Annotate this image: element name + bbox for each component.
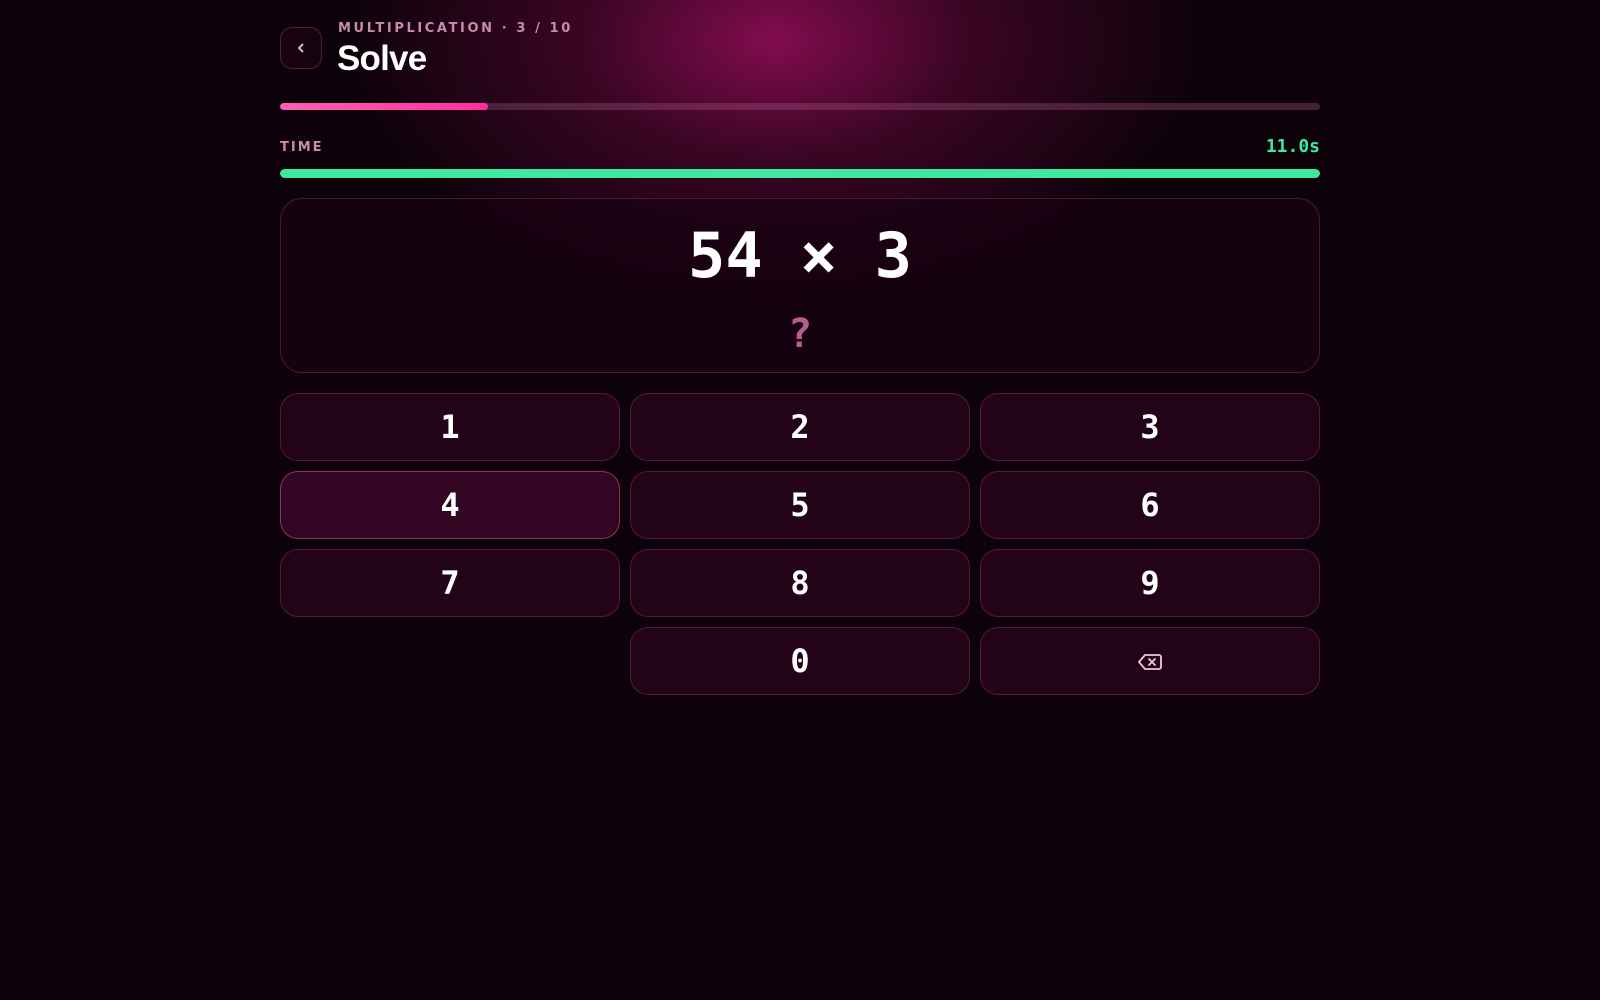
answer-display: ? — [787, 311, 813, 357]
key-3[interactable]: 3 — [980, 393, 1320, 461]
key-9[interactable]: 9 — [980, 549, 1320, 617]
keypad-spacer — [280, 627, 620, 695]
time-label: TIME — [280, 140, 324, 155]
chevron-left-icon — [295, 42, 307, 54]
timer-bar — [280, 169, 1320, 178]
key-2[interactable]: 2 — [630, 393, 970, 461]
backspace-icon — [1137, 642, 1163, 680]
question-progress-fill — [280, 103, 488, 110]
key-8[interactable]: 8 — [630, 549, 970, 617]
key-1[interactable]: 1 — [280, 393, 620, 461]
header: MULTIPLICATION · 3 / 10 Solve — [280, 21, 1320, 78]
key-7[interactable]: 7 — [280, 549, 620, 617]
question-progress-bar — [280, 103, 1320, 110]
key-0[interactable]: 0 — [630, 627, 970, 695]
number-keypad: 1 2 3 4 5 6 7 8 9 0 — [280, 393, 1320, 695]
equation: 54 × 3 — [688, 219, 912, 292]
backspace-button[interactable] — [980, 627, 1320, 695]
quiz-subtitle: MULTIPLICATION · 3 / 10 — [338, 21, 573, 36]
back-button[interactable] — [280, 27, 322, 69]
time-remaining: 11.0s — [1265, 136, 1320, 157]
key-5[interactable]: 5 — [630, 471, 970, 539]
problem-card: 54 × 3 ? — [280, 198, 1320, 373]
timer-bar-fill — [280, 169, 1320, 178]
page-title: Solve — [337, 39, 427, 78]
key-6[interactable]: 6 — [980, 471, 1320, 539]
key-4[interactable]: 4 — [280, 471, 620, 539]
